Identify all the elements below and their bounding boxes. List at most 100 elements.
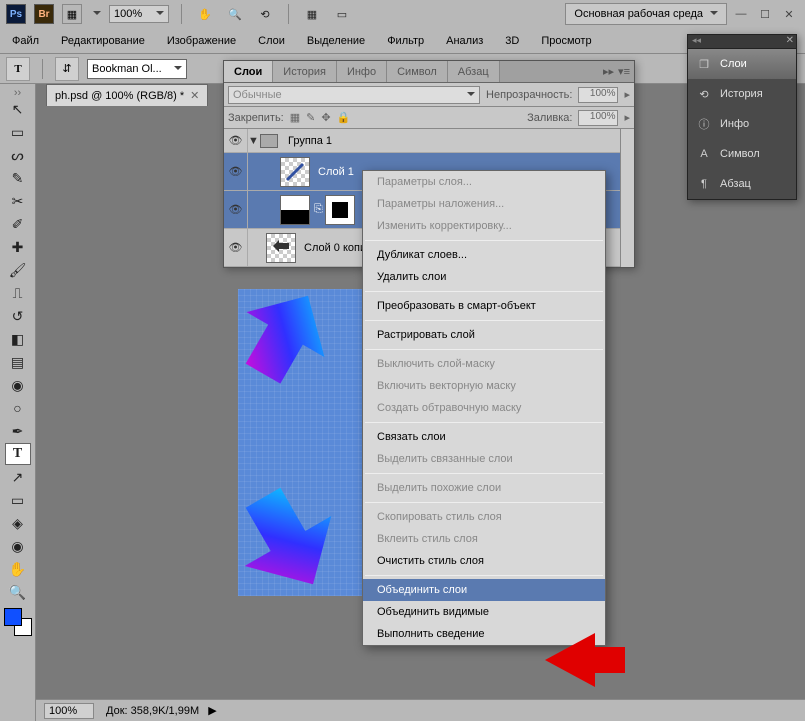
menu-image[interactable]: Изображение <box>157 32 246 50</box>
flyout-item-history[interactable]: ⟲История <box>688 79 796 109</box>
zoom-combo[interactable]: 100% <box>109 5 169 23</box>
tab-layers[interactable]: Слои <box>224 61 273 82</box>
status-doc[interactable]: Док: 358,9K/1,99M ▶ <box>106 704 217 717</box>
visibility-icon[interactable]: 👁 <box>224 229 248 266</box>
context-menu-item[interactable]: Дубликат слоев... <box>363 244 605 266</box>
document-tab[interactable]: ph.psd @ 100% (RGB/8) * ✕ <box>46 84 208 106</box>
context-menu-item[interactable]: Растрировать слой <box>363 324 605 346</box>
lock-all-icon[interactable]: 🔒 <box>337 111 351 124</box>
hand-tool[interactable]: ✋ <box>5 558 31 580</box>
type-tool[interactable]: T <box>5 443 31 465</box>
tab-info[interactable]: Инфо <box>337 61 387 82</box>
maximize-button[interactable]: ☐ <box>755 6 775 22</box>
lock-position-icon[interactable]: ✥ <box>321 111 330 124</box>
menu-layers[interactable]: Слои <box>248 32 295 50</box>
visibility-icon[interactable]: 👁 <box>224 129 248 152</box>
shape-tool[interactable]: ▭ <box>5 489 31 511</box>
fill-slider-icon[interactable]: ▸ <box>624 111 630 124</box>
screen-mode-icon[interactable]: ▭ <box>331 3 353 25</box>
crop-tool[interactable]: ✂ <box>5 190 31 212</box>
opacity-slider-icon[interactable]: ▸ <box>624 88 630 101</box>
text-orientation-icon[interactable]: ⇵ <box>55 57 79 81</box>
font-family-combo[interactable]: Bookman Ol... <box>87 59 187 79</box>
context-menu-item[interactable]: Очистить стиль слоя <box>363 550 605 572</box>
expand-icon[interactable]: ▼ <box>248 135 260 147</box>
eraser-tool[interactable]: ◧ <box>5 328 31 350</box>
healing-tool[interactable]: ✚ <box>5 236 31 258</box>
pen-tool[interactable]: ✒ <box>5 420 31 442</box>
layer-group-row[interactable]: 👁 ▼ Группа 1 <box>224 129 634 153</box>
hand-tool-icon[interactable]: ✋ <box>194 3 216 25</box>
move-tool[interactable]: ↖ <box>5 98 31 120</box>
layer-name[interactable]: Группа 1 <box>284 135 336 147</box>
menu-edit[interactable]: Редактирование <box>51 32 155 50</box>
menu-analysis[interactable]: Анализ <box>436 32 493 50</box>
flyout-item-layers[interactable]: ❐Слои <box>688 49 796 79</box>
blur-tool[interactable]: ◉ <box>5 374 31 396</box>
marquee-tool[interactable]: ▭ <box>5 121 31 143</box>
flyout-item-character[interactable]: AСимвол <box>688 139 796 169</box>
link-icon[interactable]: ⎘ <box>314 203 323 216</box>
context-menu-item[interactable]: Связать слои <box>363 426 605 448</box>
color-swatches[interactable] <box>4 608 32 636</box>
fill-input[interactable]: 100% <box>578 110 618 126</box>
gradient-tool[interactable]: ▤ <box>5 351 31 373</box>
visibility-icon[interactable]: 👁 <box>224 191 248 228</box>
panel-collapse-icon[interactable]: ▸▸ <box>603 65 614 78</box>
flyout-item-paragraph[interactable]: ¶Абзац <box>688 169 796 199</box>
zoom-tool[interactable]: 🔍 <box>5 581 31 603</box>
layer-mask-thumbnail[interactable] <box>325 195 355 225</box>
path-select-tool[interactable]: ↗ <box>5 466 31 488</box>
brush-tool[interactable]: 🖌 <box>5 259 31 281</box>
close-icon[interactable]: ✕ <box>190 89 199 102</box>
dodge-tool[interactable]: ○ <box>5 397 31 419</box>
menu-view[interactable]: Просмотр <box>531 32 601 50</box>
foreground-color[interactable] <box>4 608 22 626</box>
layer-thumbnail[interactable] <box>266 233 296 263</box>
tab-character[interactable]: Символ <box>387 61 448 82</box>
lock-pixels-icon[interactable]: ✎ <box>306 111 315 124</box>
tab-history[interactable]: История <box>273 61 337 82</box>
quick-select-tool[interactable]: ✎ <box>5 167 31 189</box>
visibility-icon[interactable]: 👁 <box>224 153 248 190</box>
zoom-tool-icon[interactable]: 🔍 <box>224 3 246 25</box>
text-tool-preset-icon[interactable]: T <box>6 57 30 81</box>
close-button[interactable]: ✕ <box>779 6 799 22</box>
flyout-titlebar[interactable]: ◂◂ ✕ <box>688 35 796 49</box>
lasso-tool[interactable]: ᔕ <box>5 144 31 166</box>
stamp-tool[interactable]: ⎍ <box>5 282 31 304</box>
context-menu-item[interactable]: Объединить видимые <box>363 601 605 623</box>
flyout-item-info[interactable]: ⓘИнфо <box>688 109 796 139</box>
layer-thumbnail[interactable] <box>280 157 310 187</box>
layer-name[interactable]: Слой 1 <box>314 166 358 178</box>
mini-bridge-icon[interactable]: ▦ <box>62 4 82 24</box>
3d-tool[interactable]: ◈ <box>5 512 31 534</box>
menu-select[interactable]: Выделение <box>297 32 375 50</box>
opacity-input[interactable]: 100% <box>578 87 618 103</box>
layer-thumbnail[interactable] <box>280 195 310 225</box>
eyedropper-tool[interactable]: ✐ <box>5 213 31 235</box>
layer-name[interactable]: Слой 0 копи <box>300 242 370 254</box>
context-menu-item[interactable]: Объединить слои <box>363 579 605 601</box>
blend-mode-combo[interactable]: Обычные <box>228 86 480 104</box>
arrange-icon[interactable]: ▦ <box>301 3 323 25</box>
dropdown-icon[interactable] <box>90 8 101 20</box>
history-brush-tool[interactable]: ↺ <box>5 305 31 327</box>
tab-paragraph[interactable]: Абзац <box>448 61 500 82</box>
status-zoom[interactable]: 100% <box>44 703 94 719</box>
minimize-button[interactable]: — <box>731 6 751 22</box>
bridge-logo[interactable]: Br <box>34 4 54 24</box>
workspace-switcher[interactable]: Основная рабочая среда <box>565 3 727 25</box>
panel-menu-icon[interactable]: ▾≡ <box>618 65 630 78</box>
lock-transparent-icon[interactable]: ▦ <box>290 111 300 124</box>
close-icon[interactable]: ✕ <box>786 35 794 46</box>
3d-camera-tool[interactable]: ◉ <box>5 535 31 557</box>
context-menu-item[interactable]: Удалить слои <box>363 266 605 288</box>
menu-file[interactable]: Файл <box>2 32 49 50</box>
scrollbar[interactable] <box>620 129 634 267</box>
context-menu-item[interactable]: Преобразовать в смарт-объект <box>363 295 605 317</box>
menu-filter[interactable]: Фильтр <box>377 32 434 50</box>
toolbox-collapse-icon[interactable]: ›› <box>5 87 31 97</box>
rotate-view-icon[interactable]: ⟲ <box>254 3 276 25</box>
menu-3d[interactable]: 3D <box>495 32 529 50</box>
